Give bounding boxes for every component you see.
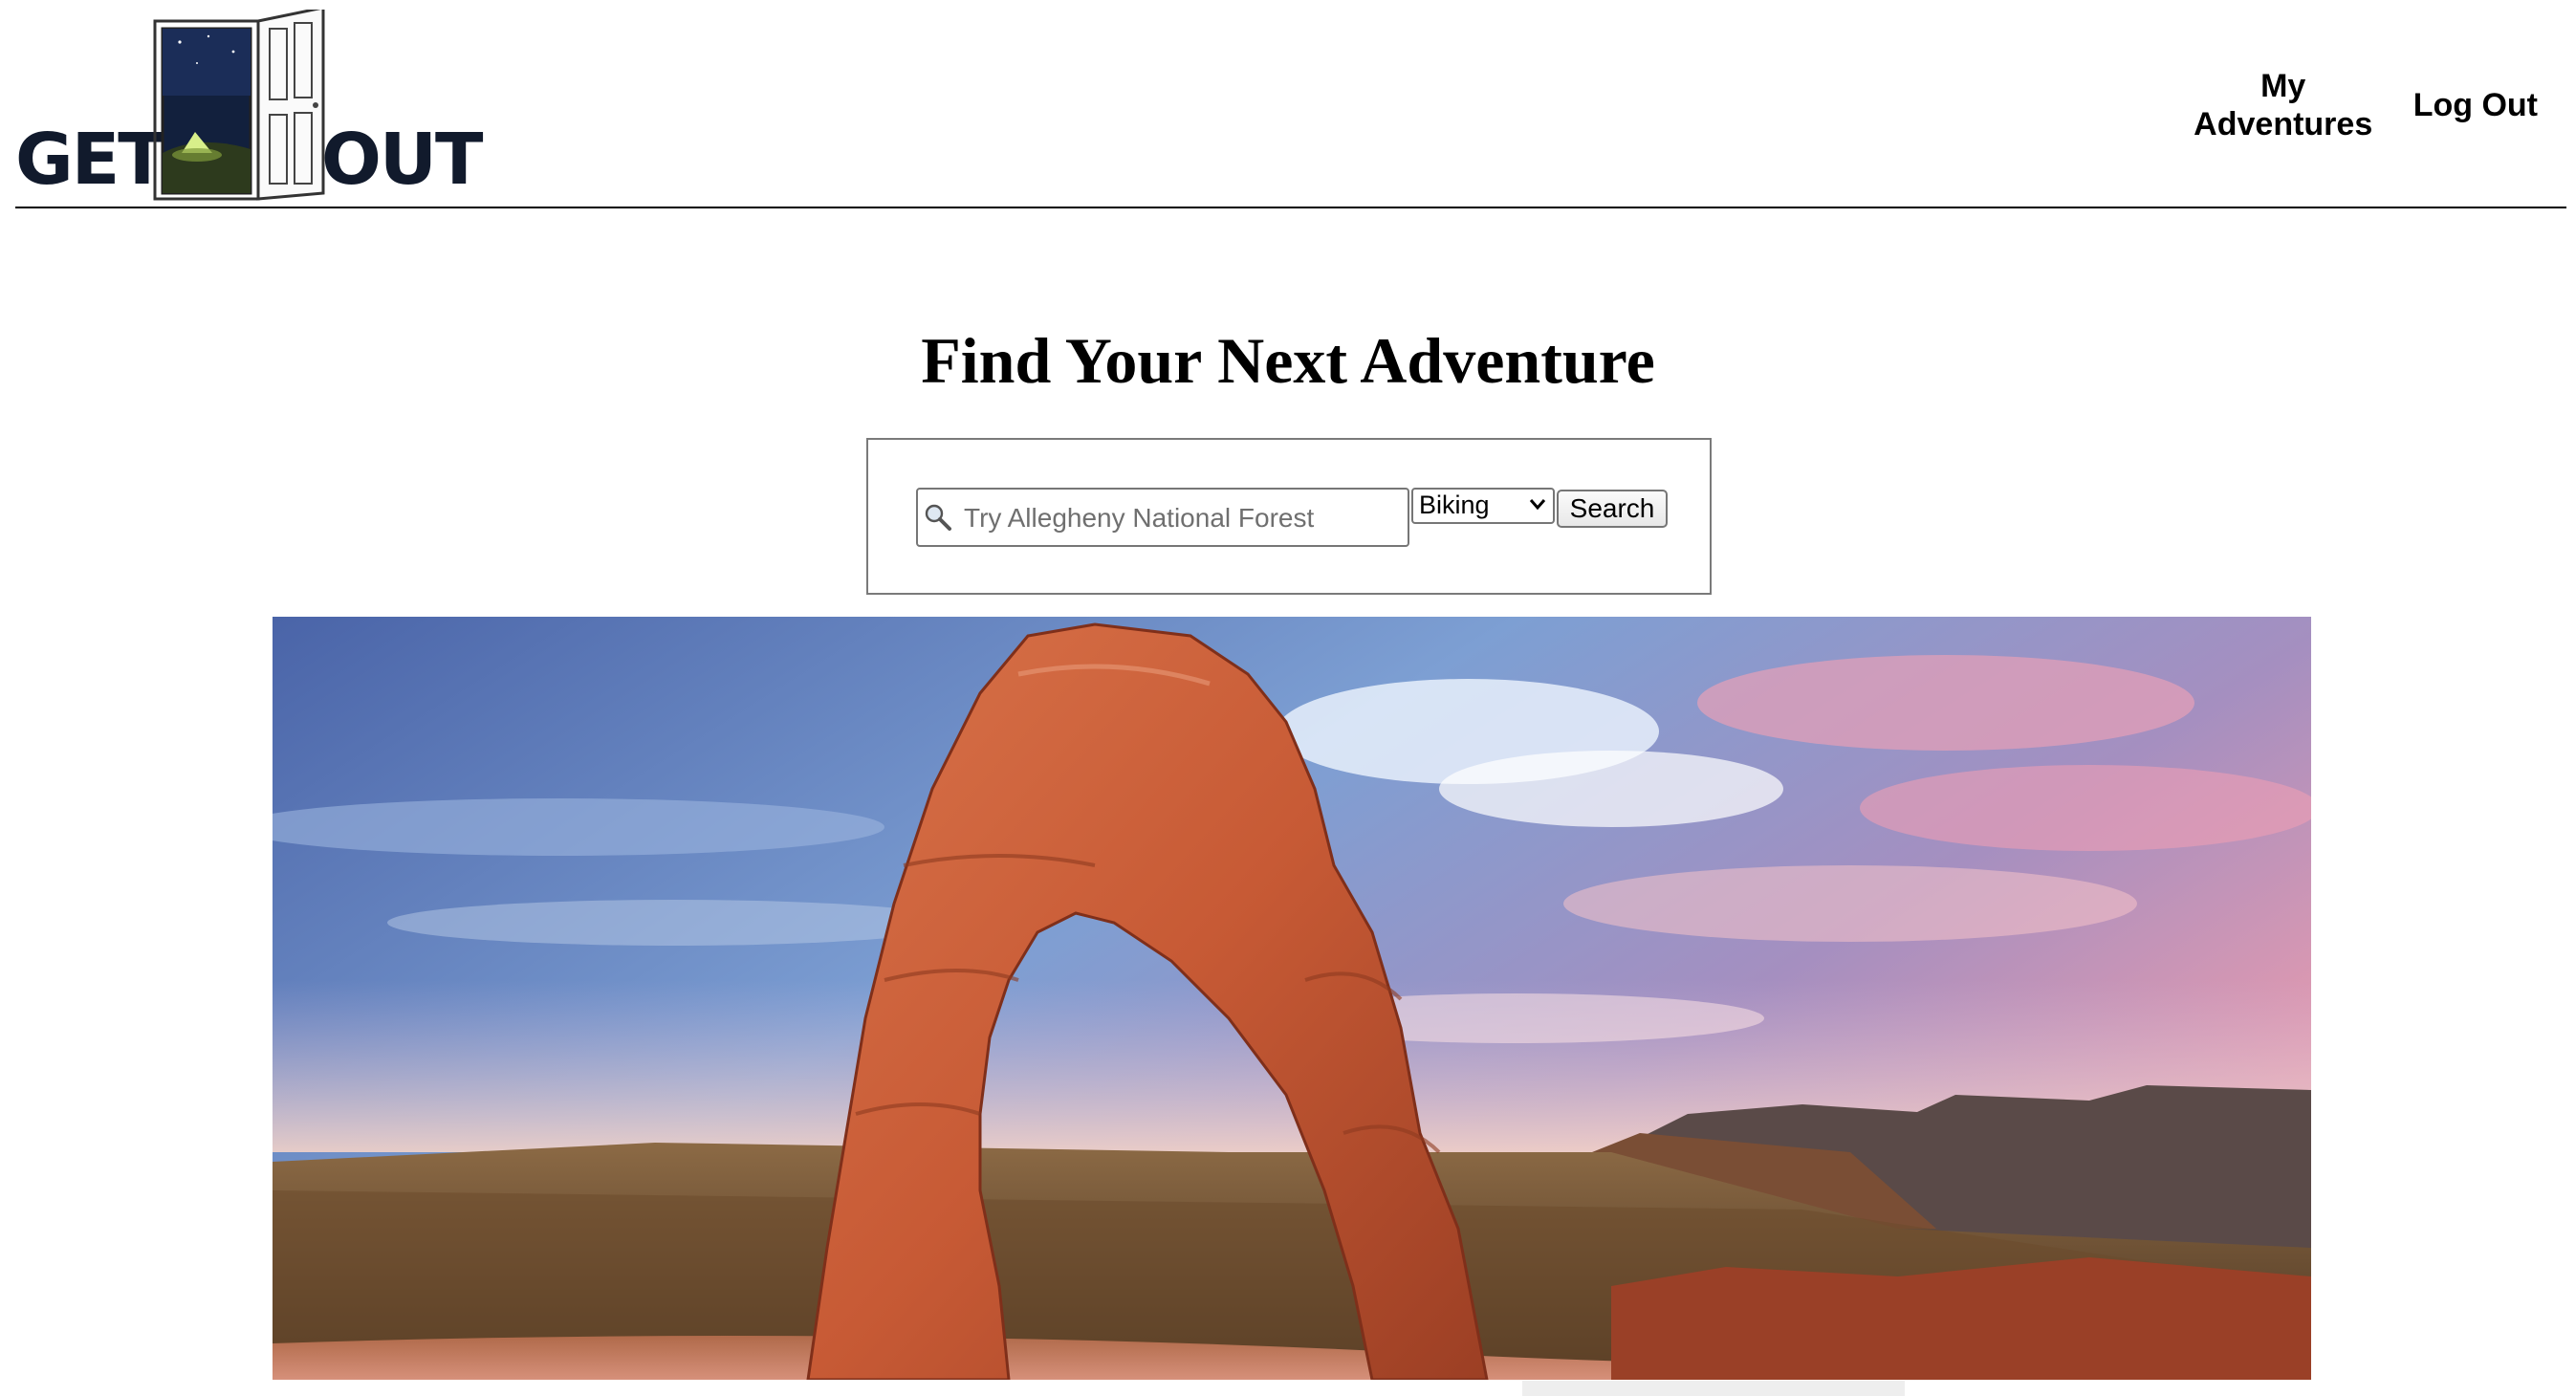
activity-select-value: Biking	[1419, 491, 1490, 519]
magnifier-icon	[925, 504, 951, 531]
delicate-arch-photo	[273, 617, 2311, 1380]
search-form: Biking Search	[866, 438, 1712, 595]
hero-image	[273, 617, 2311, 1380]
search-button[interactable]: Search	[1557, 490, 1668, 528]
main-nav: My Adventures Log Out	[2188, 67, 2538, 143]
nav-log-out[interactable]: Log Out	[2413, 86, 2538, 124]
open-door-icon	[153, 10, 325, 201]
search-field[interactable]	[916, 488, 1409, 547]
site-header: GET OUT My Adventures Log Out	[15, 0, 2566, 208]
page-title: Find Your Next Adventure	[921, 324, 1655, 397]
activity-select[interactable]: Biking	[1411, 488, 1555, 524]
logo-word-out: OUT	[321, 119, 483, 201]
chevron-down-icon	[1529, 499, 1546, 511]
search-input[interactable]	[962, 495, 1406, 541]
logo[interactable]: GET OUT	[15, 10, 483, 201]
bottom-overlay	[1522, 1381, 1905, 1396]
nav-my-adventures[interactable]: My Adventures	[2188, 67, 2379, 143]
